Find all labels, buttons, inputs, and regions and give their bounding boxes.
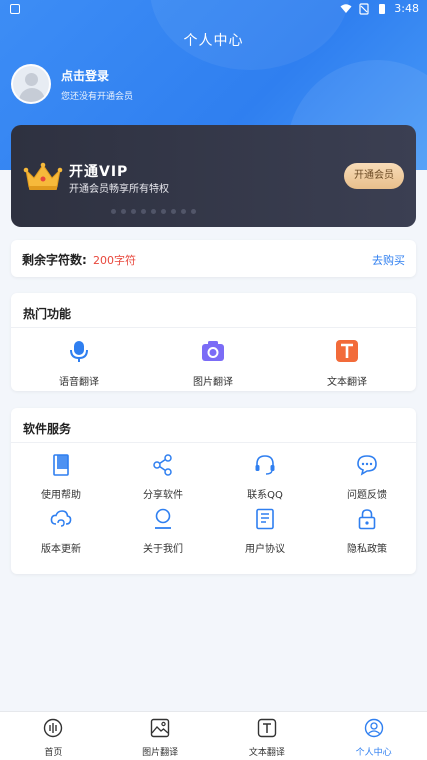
remaining-chars-label: 剩余字符数: [22,253,87,267]
vip-title: 开通VIP [69,164,129,180]
about-us-button[interactable]: 关于我们 [118,508,208,555]
text-translate-button[interactable]: 文本翻译 [297,339,397,388]
text-icon [257,718,277,738]
service-label: 版本更新 [41,544,81,555]
headset-icon [255,455,275,475]
wifi-icon [340,3,352,13]
profile-icon [364,718,383,738]
battery-icon [379,3,386,14]
remaining-chars-value: 200字符 [93,254,136,267]
service-label: 使用帮助 [41,490,81,501]
lock-icon [358,509,376,530]
tab-image-translate[interactable]: 图片翻译 [107,712,214,760]
document-icon [256,508,274,530]
text-icon [336,340,358,362]
tab-label: 首页 [44,748,63,758]
avatar[interactable] [11,64,51,104]
hot-features-card: 热门功能 语音翻译 图片翻译 文本翻译 [11,293,416,391]
buy-link[interactable]: 去购买 [372,252,405,268]
book-icon [53,454,69,476]
person-icon [155,508,171,529]
microphone-icon [70,341,88,362]
chat-bubble-icon [357,455,377,476]
page-title: 个人中心 [183,33,244,49]
feedback-button[interactable]: 问题反馈 [322,454,412,501]
image-icon [150,718,170,738]
cloud-refresh-icon [50,510,72,527]
bottom-tab-bar: 首页 图片翻译 文本翻译 个人中心 [0,711,427,760]
status-bar: 3:48 [0,0,427,20]
image-translate-button[interactable]: 图片翻译 [163,339,263,388]
section-title: 软件服务 [23,422,72,436]
clock-time: 3:48 [394,2,419,15]
share-button[interactable]: 分享软件 [118,454,208,501]
vip-banner[interactable]: 开通VIP 开通会员畅享所有特权 开通会员 [11,125,416,227]
privacy-policy-button[interactable]: 隐私政策 [322,508,412,555]
divider [11,442,416,443]
login-link[interactable]: 点击登录 [61,67,133,84]
contact-qq-button[interactable]: 联系QQ [220,454,310,501]
tab-profile[interactable]: 个人中心 [320,712,427,760]
tab-home[interactable]: 首页 [0,712,107,760]
share-icon [153,454,172,476]
remaining-chars-card: 剩余字符数: 200字符 去购买 [11,240,416,277]
camera-icon [202,341,224,361]
tab-text-translate[interactable]: 文本翻译 [214,712,321,760]
tab-label: 图片翻译 [142,748,179,758]
tab-label: 个人中心 [355,748,392,758]
divider [11,327,416,328]
service-label: 联系QQ [247,490,283,501]
section-title: 热门功能 [23,307,72,321]
feature-label: 图片翻译 [193,377,233,388]
feature-label: 语音翻译 [59,377,99,388]
version-update-button[interactable]: 版本更新 [16,508,106,555]
software-services-card: 软件服务 使用帮助 分享软件 联系QQ 问题反馈 版本更新 关于我们 用户协议 … [11,408,416,574]
user-agreement-button[interactable]: 用户协议 [220,508,310,555]
service-label: 问题反馈 [347,490,387,501]
profile-section[interactable]: 点击登录 您还没有开通会员 [11,64,133,104]
crown-icon [23,162,63,190]
open-vip-button[interactable]: 开通会员 [344,163,404,189]
service-label: 分享软件 [143,490,183,501]
service-label: 隐私政策 [347,544,387,555]
notification-icon [10,4,20,14]
service-label: 用户协议 [245,544,285,555]
vip-subtitle: 开通会员畅享所有特权 [69,184,169,195]
service-label: 关于我们 [143,544,183,555]
no-sim-icon [359,2,369,15]
help-button[interactable]: 使用帮助 [16,454,106,501]
voice-translate-button[interactable]: 语音翻译 [29,339,129,388]
membership-status: 您还没有开通会员 [61,91,134,102]
feature-label: 文本翻译 [327,377,367,388]
home-icon [44,718,63,738]
tab-label: 文本翻译 [248,748,285,758]
vip-decoration [111,209,196,214]
